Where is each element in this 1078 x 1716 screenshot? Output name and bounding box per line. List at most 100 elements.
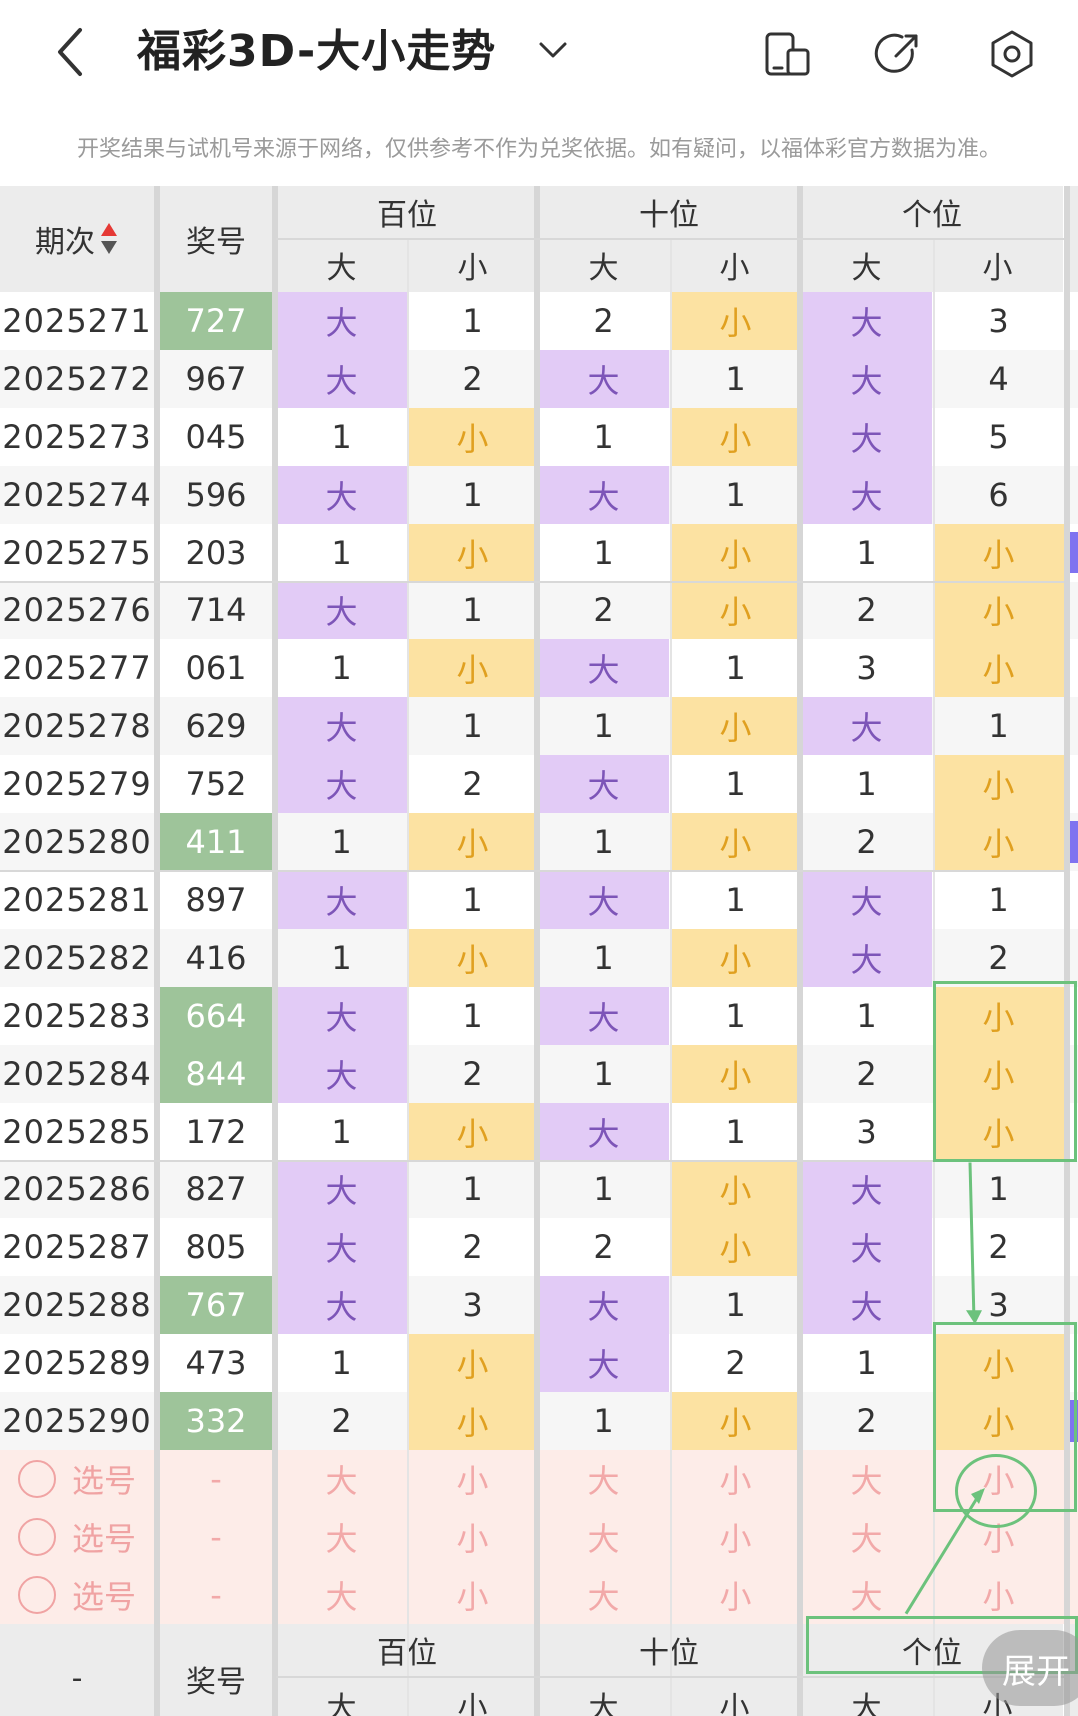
footer-number: 奖号 <box>160 1623 272 1716</box>
gear-icon <box>991 30 1033 78</box>
trend-cell: 1 <box>462 301 483 340</box>
pick-option[interactable]: 小 <box>933 1566 1064 1624</box>
row-period: 2025288 <box>2 1286 152 1325</box>
trend-cell: 1 <box>462 475 483 514</box>
pick-option[interactable]: 小 <box>670 1508 801 1566</box>
pick-label: 选号 <box>72 1577 137 1616</box>
trend-cell: 1 <box>593 1054 614 1093</box>
trend-cell: 1 <box>725 765 746 804</box>
trend-cell: 1 <box>856 765 877 804</box>
pick-option[interactable]: 小 <box>670 1566 801 1624</box>
trend-cell: 大 <box>538 1276 669 1335</box>
pick-option[interactable]: 大 <box>276 1566 407 1624</box>
trend-cell: 大 <box>276 465 407 524</box>
pick-option[interactable]: 大 <box>801 1566 932 1624</box>
trend-cell: 大 <box>801 928 932 987</box>
trend-cell: 大 <box>801 292 932 350</box>
header-small-2: 小 <box>669 238 800 292</box>
trend-cell: 1 <box>593 707 614 746</box>
pick-option[interactable]: 小 <box>407 1566 538 1624</box>
pick-option[interactable]: 大 <box>538 1508 669 1566</box>
trend-cell: 1 <box>462 707 483 746</box>
pick-option[interactable]: 大 <box>276 1450 407 1508</box>
trend-cell: 大 <box>538 349 669 408</box>
share-button[interactable] <box>872 28 924 80</box>
trend-cell: 大 <box>276 871 407 929</box>
trend-cell: 小 <box>933 639 1064 698</box>
pick-option[interactable]: 大 <box>538 1566 669 1624</box>
trend-cell: 3 <box>856 1112 877 1151</box>
footer-small-1: 小 <box>407 1675 538 1716</box>
row-period: 2025283 <box>2 996 152 1035</box>
trend-cell: 小 <box>933 1334 1064 1393</box>
trend-cell: 1 <box>593 1170 614 1209</box>
pick-option[interactable]: 小 <box>407 1508 538 1566</box>
trend-cell: 1 <box>593 1402 614 1441</box>
row-period: 2025289 <box>2 1344 152 1383</box>
trend-cell: 2 <box>856 1402 877 1441</box>
trend-cell: 1 <box>725 996 746 1035</box>
header-period[interactable]: 期次 <box>0 186 154 292</box>
pick-number: - <box>210 1459 222 1498</box>
pick-checkbox[interactable] <box>18 1517 56 1556</box>
trend-cell: 3 <box>988 1286 1009 1325</box>
switch-view-button[interactable] <box>762 28 814 80</box>
footer-big-1: 大 <box>276 1675 407 1716</box>
row-period: 2025282 <box>2 938 152 977</box>
trend-cell: 1 <box>462 996 483 1035</box>
header-divider <box>276 238 1064 240</box>
trend-cell: 2 <box>462 1054 483 1093</box>
row-number: 061 <box>185 649 247 688</box>
header-big-2: 大 <box>538 238 669 292</box>
header-small-1: 小 <box>407 238 538 292</box>
settings-button[interactable] <box>986 28 1038 80</box>
trend-cell: 1 <box>988 880 1009 919</box>
pick-option[interactable]: 小 <box>933 1450 1064 1508</box>
column-divider <box>1064 186 1070 1716</box>
back-button[interactable] <box>48 22 98 82</box>
row-period: 2025271 <box>2 301 152 340</box>
row-period: 2025279 <box>2 765 152 804</box>
pick-option[interactable]: 小 <box>670 1450 801 1508</box>
pick-option[interactable]: 小 <box>407 1450 538 1508</box>
pick-option[interactable]: 大 <box>801 1450 932 1508</box>
row-number: 767 <box>160 1276 272 1335</box>
row-number: 727 <box>160 292 272 350</box>
pick-option[interactable]: 大 <box>538 1450 669 1508</box>
pick-option[interactable]: 大 <box>801 1508 932 1566</box>
trend-cell: 小 <box>933 755 1064 814</box>
sort-icon <box>101 223 117 254</box>
pick-label: 选号 <box>72 1461 137 1500</box>
trend-cell: 1 <box>856 1344 877 1383</box>
trend-cell: 小 <box>933 986 1064 1045</box>
trend-cell: 1 <box>462 1170 483 1209</box>
trend-cell: 4 <box>988 359 1009 398</box>
trend-cell: 1 <box>725 1286 746 1325</box>
pick-option[interactable]: 大 <box>276 1508 407 1566</box>
trend-cell: 小 <box>933 581 1064 640</box>
pick-checkbox[interactable] <box>18 1460 56 1498</box>
page-title[interactable]: 福彩3D-大小走势 <box>137 22 496 82</box>
trend-cell: 小 <box>407 1392 538 1450</box>
pick-option[interactable]: 小 <box>933 1508 1064 1566</box>
row-number: 172 <box>185 1112 247 1151</box>
trend-cell: 大 <box>801 349 932 408</box>
row-indicator <box>1070 1400 1078 1442</box>
expand-button[interactable]: 展开 <box>982 1630 1078 1706</box>
header-group-3: 个位 <box>801 186 1063 238</box>
trend-cell: 小 <box>670 1044 801 1103</box>
trend-cell: 大 <box>276 1160 407 1219</box>
row-period: 2025287 <box>2 1228 152 1267</box>
trend-cell: 2 <box>462 359 483 398</box>
trend-cell: 小 <box>933 523 1064 582</box>
trend-cell: 3 <box>856 649 877 688</box>
pick-checkbox[interactable] <box>18 1575 56 1614</box>
trend-cell: 小 <box>670 581 801 640</box>
trend-cell: 2 <box>988 938 1009 977</box>
trend-cell: 1 <box>593 533 614 572</box>
trend-cell: 1 <box>331 938 352 977</box>
trend-cell: 1 <box>331 533 352 572</box>
title-dropdown-button[interactable] <box>535 32 571 68</box>
row-number: 045 <box>185 417 247 456</box>
header-small-3: 小 <box>932 238 1063 292</box>
